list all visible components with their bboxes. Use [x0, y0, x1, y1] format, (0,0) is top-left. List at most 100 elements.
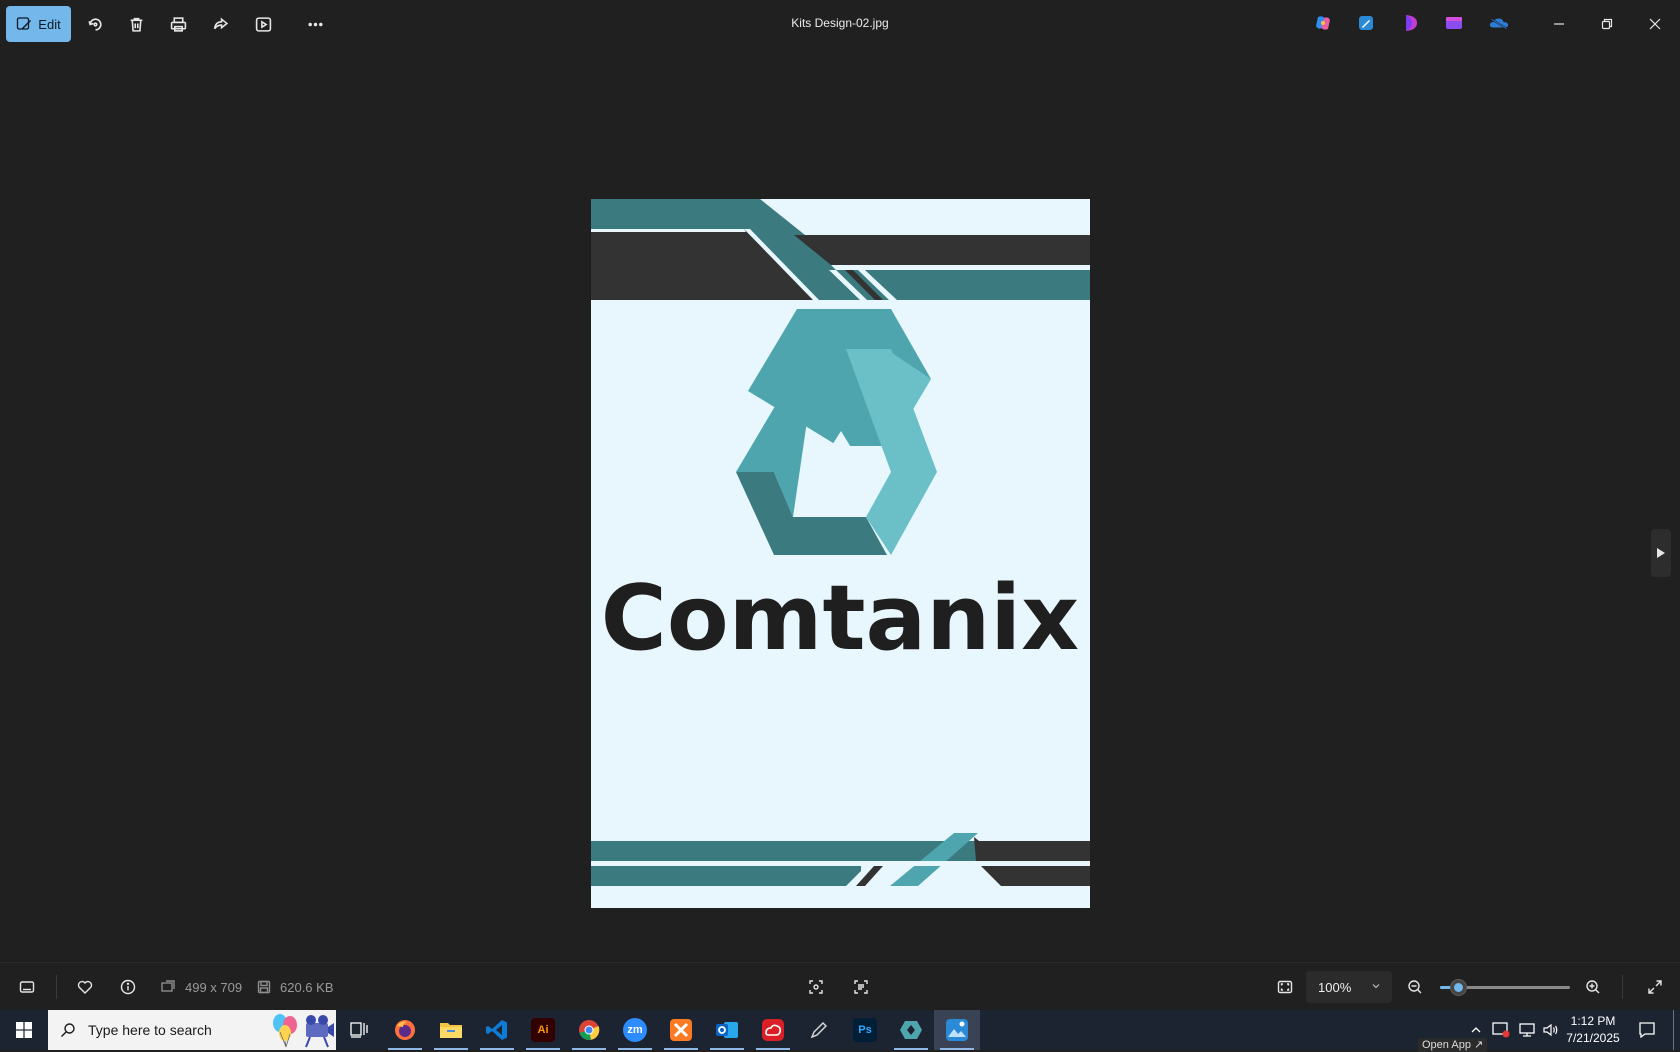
delete-button[interactable] [122, 10, 150, 38]
slideshow-button[interactable] [249, 10, 277, 38]
zoom-slider[interactable] [1440, 979, 1570, 996]
close-button[interactable] [1632, 0, 1678, 48]
show-desktop-button[interactable] [1673, 1010, 1674, 1050]
chevron-down-icon [1372, 984, 1380, 989]
filmstrip-button[interactable] [15, 975, 39, 999]
edit-button-label: Edit [38, 16, 61, 32]
taskbar-search-box[interactable]: Type here to search [48, 1010, 336, 1050]
task-view-icon [350, 1022, 368, 1038]
next-image-button[interactable] [1651, 529, 1671, 577]
outlook-icon [716, 1022, 738, 1038]
taskbar-clock[interactable]: 1:12 PM 7/21/2025 [1556, 1013, 1630, 1047]
comtanix-design-artwork: Comtanix [591, 199, 1090, 908]
command-bar: Edit Kits Design-02.jpg [0, 0, 1680, 48]
play-right-icon [1657, 548, 1665, 558]
zoom-dropdown[interactable]: 100% [1306, 971, 1392, 1003]
filesize-icon-wrap [252, 975, 276, 999]
search-icon [61, 1023, 75, 1037]
delete-icon [130, 17, 142, 32]
full-screen-button[interactable] [1643, 975, 1667, 999]
taskbar-comtanix-app[interactable] [888, 1010, 934, 1050]
save-disk-icon [257, 980, 271, 994]
scan-text-button[interactable] [849, 975, 873, 999]
chevron-up-icon [1471, 1027, 1481, 1033]
pen-icon [810, 1022, 827, 1039]
network-icon [1519, 1023, 1535, 1037]
share-button[interactable] [206, 10, 234, 38]
copilot-icon [1316, 16, 1330, 30]
edit-button[interactable]: Edit [6, 6, 71, 42]
image-dimensions: 499 x 709 [185, 980, 243, 995]
search-placeholder: Type here to search [88, 1022, 212, 1038]
zoom-in-button[interactable] [1581, 975, 1605, 999]
network-button[interactable] [1516, 1010, 1538, 1050]
displayed-image: Comtanix [591, 199, 1090, 908]
photo-editor-icon [1359, 16, 1373, 30]
visual-search-icon [809, 980, 823, 994]
taskbar-zoom[interactable]: zm [612, 1010, 658, 1050]
taskbar-firefox[interactable] [382, 1010, 428, 1050]
fit-to-window-button[interactable] [1273, 975, 1297, 999]
windows-logo-icon [16, 1022, 32, 1038]
zoom-slider-thumb[interactable] [1450, 979, 1467, 996]
taskbar-file-explorer[interactable] [428, 1010, 474, 1050]
taskbar-pen-tool[interactable] [796, 1010, 842, 1050]
photo-editor-button[interactable] [1356, 13, 1376, 33]
vscode-icon [486, 1020, 507, 1040]
illustrator-icon: Ai [531, 1018, 555, 1042]
taskbar-chrome[interactable] [566, 1010, 612, 1050]
onedrive-icon [1489, 18, 1509, 30]
notification-icon [1639, 1022, 1655, 1039]
designer-icon [1446, 17, 1462, 29]
zoom-level-label: 100% [1318, 979, 1352, 995]
designer-button[interactable] [1444, 13, 1464, 33]
close-icon [1649, 18, 1661, 30]
clock-date: 7/21/2025 [1566, 1031, 1620, 1045]
hexagon-logo-icon [900, 1021, 922, 1039]
more-options-button[interactable] [301, 10, 329, 38]
edit-image-icon [17, 17, 32, 30]
minimize-button[interactable] [1536, 0, 1582, 48]
zoom-icon: zm [623, 1018, 647, 1042]
onedrive-button[interactable] [1489, 13, 1509, 33]
zoom-out-icon [1408, 980, 1422, 994]
taskbar-outlook[interactable] [704, 1010, 750, 1050]
taskbar-vscode[interactable] [474, 1010, 520, 1050]
restore-button[interactable] [1584, 0, 1630, 48]
taskbar-illustrator[interactable]: Ai [520, 1010, 566, 1050]
print-button[interactable] [164, 10, 192, 38]
divider [56, 975, 57, 999]
rotate-button[interactable] [81, 10, 109, 38]
dimensions-icon [161, 980, 175, 992]
share-icon [213, 17, 228, 29]
zoom-in-icon [1586, 980, 1600, 994]
taskbar-photoshop[interactable]: Ps [842, 1010, 888, 1050]
print-icon [170, 16, 186, 32]
status-bar: 499 x 709 620.6 KB 100% [0, 962, 1680, 1010]
zoom-out-button[interactable] [1403, 975, 1427, 999]
filmstrip-icon [19, 981, 35, 993]
slideshow-icon [255, 16, 271, 32]
scan-text-icon [854, 980, 868, 994]
start-button[interactable] [0, 1010, 48, 1050]
photos-app-window: Edit Kits Design-02.jpg Comtanix 499 x 7… [0, 0, 1680, 1010]
notification-center-button[interactable] [1636, 1010, 1658, 1050]
search-highlight-balloons-icon [273, 1014, 334, 1048]
fit-window-icon [1277, 980, 1293, 994]
info-icon [120, 979, 136, 995]
taskbar-xampp[interactable] [658, 1010, 704, 1050]
image-viewer[interactable]: Comtanix [0, 48, 1680, 962]
clipchamp-button[interactable] [1401, 13, 1421, 33]
firefox-icon [395, 1020, 415, 1040]
taskbar-task-view[interactable] [336, 1010, 382, 1050]
tray-security-button[interactable] [1490, 1010, 1512, 1050]
copilot-button[interactable] [1313, 13, 1333, 33]
favorite-button[interactable] [73, 975, 97, 999]
taskbar-creative-cloud[interactable] [750, 1010, 796, 1050]
more-icon [307, 22, 323, 26]
taskbar-photos[interactable] [934, 1010, 980, 1050]
restore-icon [1601, 18, 1613, 30]
info-button[interactable] [116, 975, 140, 999]
divider [1622, 975, 1623, 999]
visual-search-button[interactable] [804, 975, 828, 999]
